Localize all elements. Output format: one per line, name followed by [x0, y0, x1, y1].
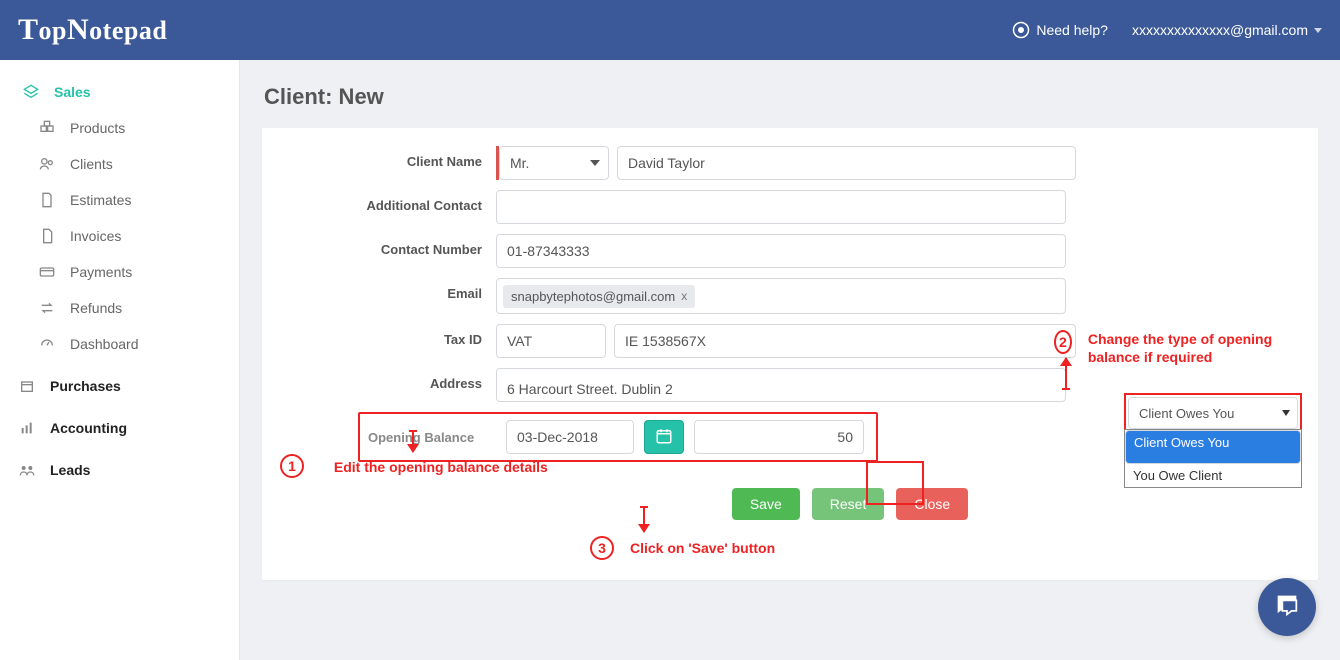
sidebar-item-clients[interactable]: Clients: [0, 146, 239, 182]
sidebar-item-dashboard[interactable]: Dashboard: [0, 326, 239, 362]
label-address: Address: [286, 368, 496, 391]
sidebar-item-estimates[interactable]: Estimates: [0, 182, 239, 218]
chart-icon: [18, 419, 36, 437]
sidebar-item-label: Sales: [54, 84, 91, 100]
tax-value-input[interactable]: [614, 324, 1076, 358]
save-button[interactable]: Save: [732, 488, 800, 520]
sidebar-item-label: Estimates: [70, 192, 131, 208]
box-icon: [18, 377, 36, 395]
sidebar-item-label: Invoices: [70, 228, 121, 244]
file-icon: [38, 191, 56, 209]
sidebar-item-label: Leads: [50, 462, 90, 478]
label-opening-balance: Opening Balance: [368, 430, 496, 445]
annotation-1-arrow: [412, 430, 414, 452]
dropdown-option-you-owe[interactable]: You Owe Client: [1125, 464, 1301, 487]
need-help-link[interactable]: Need help?: [1012, 21, 1108, 39]
sidebar-item-accounting[interactable]: Accounting: [0, 410, 239, 446]
opening-balance-date-input[interactable]: [506, 420, 634, 454]
cubes-icon: [38, 119, 56, 137]
sidebar: Sales Products Clients Estimates Invoice…: [0, 60, 240, 660]
label-contact-number: Contact Number: [286, 234, 496, 257]
sidebar-item-purchases[interactable]: Purchases: [0, 368, 239, 404]
sidebar-item-sales[interactable]: Sales: [0, 74, 239, 110]
document-icon: [38, 227, 56, 245]
label-email: Email: [286, 278, 496, 301]
chat-icon: [1273, 591, 1301, 624]
annotation-2-arrow: [1065, 358, 1067, 390]
sidebar-item-label: Refunds: [70, 300, 122, 316]
help-icon: [1012, 21, 1030, 39]
label-additional-contact: Additional Contact: [286, 190, 496, 213]
client-name-input[interactable]: [617, 146, 1076, 180]
sidebar-item-label: Purchases: [50, 378, 121, 394]
label-tax-id: Tax ID: [286, 324, 496, 347]
calendar-button[interactable]: [644, 420, 684, 454]
contact-number-input[interactable]: [496, 234, 1066, 268]
calendar-icon: [655, 427, 673, 448]
reset-button[interactable]: Reset: [812, 488, 885, 520]
sidebar-item-label: Accounting: [50, 420, 127, 436]
client-form-card: Client Name Mr. Additional Contact: [262, 128, 1318, 580]
group-icon: [18, 461, 36, 479]
top-header: TopNotepad Need help? xxxxxxxxxxxxxx@gma…: [0, 0, 1340, 60]
sidebar-item-leads[interactable]: Leads: [0, 452, 239, 488]
user-email: xxxxxxxxxxxxxx@gmail.com: [1132, 22, 1308, 38]
gauge-icon: [38, 335, 56, 353]
sidebar-item-label: Payments: [70, 264, 132, 280]
address-input[interactable]: [496, 368, 1066, 402]
chat-widget-button[interactable]: [1258, 578, 1316, 636]
opening-balance-type-box: Client Owes You: [1124, 393, 1302, 433]
annotation-3-arrow: [643, 506, 645, 532]
opening-balance-amount-input[interactable]: [694, 420, 864, 454]
sidebar-item-invoices[interactable]: Invoices: [0, 218, 239, 254]
dropdown-option-client-owes[interactable]: Client Owes You: [1125, 430, 1301, 464]
sidebar-item-refunds[interactable]: Refunds: [0, 290, 239, 326]
title-select[interactable]: Mr.: [499, 146, 609, 180]
sidebar-item-products[interactable]: Products: [0, 110, 239, 146]
label-client-name: Client Name: [286, 146, 496, 169]
card-icon: [38, 263, 56, 281]
opening-balance-annotated-box: Opening Balance: [358, 412, 878, 462]
sidebar-item-label: Dashboard: [70, 336, 139, 352]
app-logo: TopNotepad: [18, 13, 167, 47]
swap-icon: [38, 299, 56, 317]
opening-balance-type-select[interactable]: Client Owes You: [1128, 397, 1298, 429]
users-icon: [38, 155, 56, 173]
tax-type-input[interactable]: [496, 324, 606, 358]
chevron-down-icon: [1314, 28, 1322, 33]
annotation-3-text: Click on 'Save' button: [630, 540, 775, 556]
user-menu[interactable]: xxxxxxxxxxxxxx@gmail.com: [1132, 22, 1322, 38]
page-title: Client: New: [264, 84, 1318, 110]
opening-balance-type-dropdown: Client Owes You You Owe Client: [1124, 429, 1302, 488]
annotation-3: 3 Click on 'Save' button: [590, 536, 775, 560]
email-chip-text: snapbytephotos@gmail.com: [511, 289, 675, 304]
email-chip: snapbytephotos@gmail.com x: [503, 285, 695, 308]
annotation-3-number: 3: [590, 536, 614, 560]
additional-contact-input[interactable]: [496, 190, 1066, 224]
sidebar-item-label: Clients: [70, 156, 113, 172]
need-help-label: Need help?: [1036, 22, 1108, 38]
email-chip-remove[interactable]: x: [681, 289, 687, 303]
form-actions: Save Reset Close: [406, 488, 1294, 520]
close-button[interactable]: Close: [896, 488, 968, 520]
layers-icon: [22, 83, 40, 101]
email-tag-input[interactable]: snapbytephotos@gmail.com x: [496, 278, 1066, 314]
sidebar-item-label: Products: [70, 120, 125, 136]
sidebar-item-payments[interactable]: Payments: [0, 254, 239, 290]
